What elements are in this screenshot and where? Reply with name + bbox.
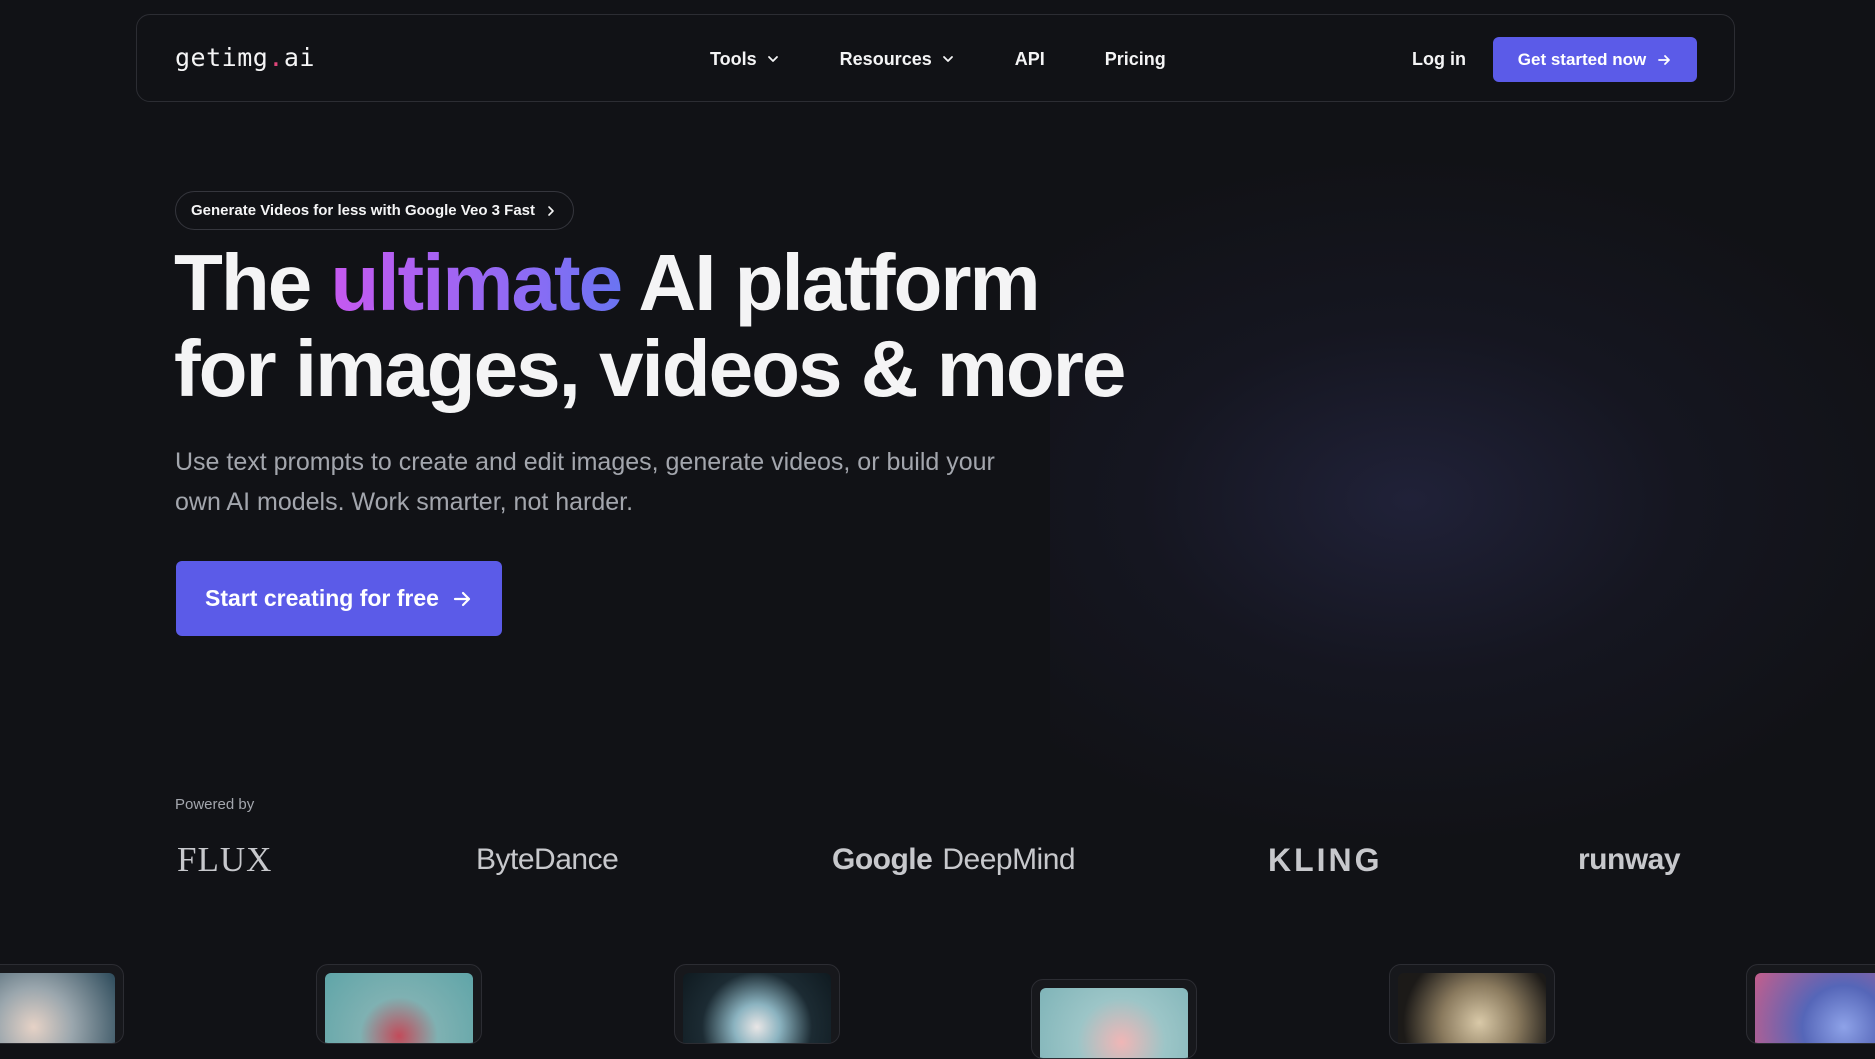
google-deepmind-logo: Google DeepMind (832, 838, 1076, 882)
gallery-thumbnail[interactable] (674, 964, 840, 1044)
nav-api-label: API (1014, 48, 1045, 69)
headline-pre: The (174, 238, 331, 327)
gallery-thumbnail[interactable] (1746, 964, 1875, 1044)
nav-api[interactable]: API (1015, 49, 1045, 70)
nav-tools-label: Tools (710, 48, 757, 69)
announcement-text: Generate Videos for less with Google Veo… (191, 202, 535, 219)
announcement-pill[interactable]: Generate Videos for less with Google Veo… (175, 191, 574, 230)
thumbnail-image (683, 973, 831, 1043)
nav-tools[interactable]: Tools (710, 49, 780, 70)
thumbnail-image (1755, 973, 1875, 1043)
hero-subtitle: Use text prompts to create and edit imag… (175, 448, 995, 516)
runway-logo: runway (1578, 843, 1681, 876)
google-wordmark: Google (832, 843, 933, 876)
logo-tld: ai (283, 43, 315, 72)
top-navbar: getimg.ai Tools Resources API Pricing Lo… (136, 14, 1735, 102)
logo-dot: . (268, 43, 284, 72)
start-creating-label: Start creating for free (205, 585, 439, 611)
deepmind-wordmark: DeepMind (942, 843, 1076, 876)
nav-links: Tools Resources API Pricing (710, 15, 1226, 103)
chevron-down-icon (767, 56, 778, 62)
flux-logo: FLUX (177, 840, 273, 879)
thumbnail-image (1398, 973, 1546, 1043)
arrow-right-icon (1658, 54, 1671, 65)
thumbnail-image (0, 973, 115, 1043)
nav-pricing-label: Pricing (1104, 48, 1166, 69)
nav-resources-label: Resources (839, 48, 932, 69)
headline-line2: for images, videos & more (174, 324, 1126, 413)
powered-by-label: Powered by (175, 796, 255, 813)
chevron-down-icon (942, 56, 953, 62)
headline-post: AI platform (621, 238, 1040, 327)
gallery-thumbnail[interactable] (1389, 964, 1555, 1044)
chevron-right-icon (548, 205, 554, 216)
start-creating-button[interactable]: Start creating for free (176, 561, 502, 636)
hero-headline: The ultimate AI platform for images, vide… (174, 238, 1126, 413)
gallery-thumbnail[interactable] (316, 964, 482, 1044)
gallery-thumbnail[interactable] (1031, 979, 1197, 1059)
bytedance-logo: ByteDance (476, 843, 619, 876)
nav-resources[interactable]: Resources (840, 49, 955, 70)
kling-logo: KLING (1268, 841, 1383, 878)
logo-text: getimg (175, 43, 269, 72)
get-started-label: Get started now (1517, 49, 1647, 69)
thumbnail-image (1040, 988, 1188, 1058)
nav-pricing[interactable]: Pricing (1105, 49, 1166, 70)
logo[interactable]: getimg.ai (175, 43, 315, 72)
arrow-right-icon (453, 591, 471, 606)
thumbnail-image (325, 973, 473, 1043)
login-link[interactable]: Log in (1412, 15, 1466, 103)
gallery-thumbnail[interactable] (0, 964, 124, 1044)
background-glow (1050, 150, 1875, 850)
get-started-button[interactable]: Get started now (1493, 37, 1697, 82)
headline-accent: ultimate (330, 238, 623, 327)
